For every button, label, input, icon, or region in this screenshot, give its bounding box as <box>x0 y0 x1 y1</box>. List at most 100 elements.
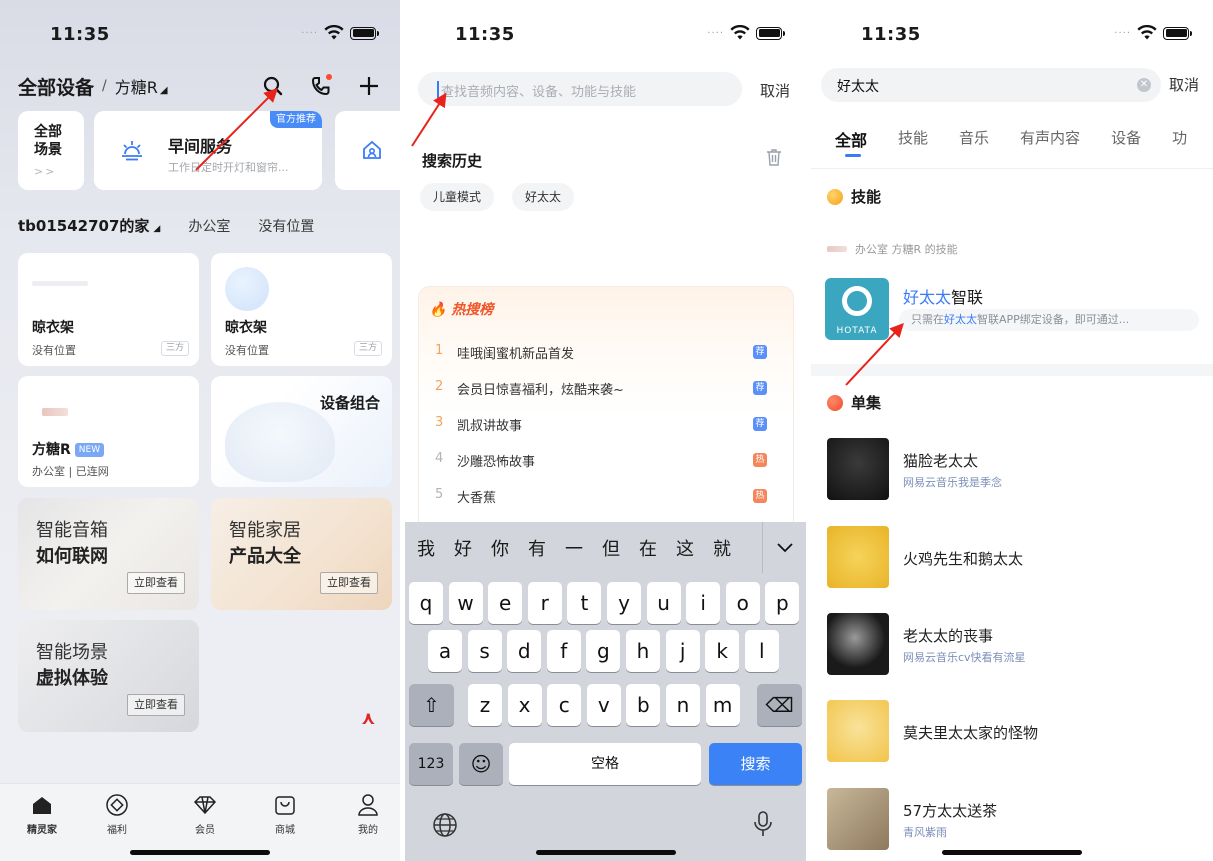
hot-search-item[interactable]: 1 哇哦闺蜜机新品首发 荐 <box>435 343 767 363</box>
tab-home[interactable]: 精灵家 <box>12 792 72 836</box>
key-n[interactable]: n <box>666 684 700 726</box>
candidate-word[interactable]: 在 <box>639 535 657 561</box>
tab-music[interactable]: 音乐 <box>959 127 989 151</box>
cancel-button[interactable]: 取消 <box>760 80 790 101</box>
tab-functions[interactable]: 功 <box>1172 127 1187 151</box>
candidate-word[interactable]: 好 <box>454 535 472 561</box>
key-o[interactable]: o <box>725 582 760 624</box>
candidate-word[interactable]: 但 <box>602 535 620 561</box>
history-chip[interactable]: 儿童模式 <box>420 183 495 211</box>
view-now-button[interactable]: 立即查看 <box>127 572 185 594</box>
key-g[interactable]: g <box>586 630 621 672</box>
search-submit-key[interactable]: 搜索 <box>709 743 802 785</box>
key-i[interactable]: i <box>686 582 721 624</box>
episode-item[interactable]: 57方太太送茶 青风紫雨 <box>827 788 1207 852</box>
history-chip[interactable]: 好太太 <box>512 183 575 211</box>
hot-search-item[interactable]: 3 凯叔讲故事 荐 <box>435 415 767 435</box>
tab-store[interactable]: 商城 <box>255 792 315 836</box>
emoji-key[interactable]: ☺ <box>459 743 503 785</box>
voice-call-button[interactable] <box>308 73 334 99</box>
key-v[interactable]: v <box>586 684 621 726</box>
key-r[interactable]: r <box>527 582 562 624</box>
tab-devices[interactable]: 设备 <box>1111 127 1141 151</box>
view-now-button[interactable]: 立即查看 <box>320 572 378 594</box>
candidate-word[interactable]: 一 <box>565 535 583 561</box>
key-d[interactable]: d <box>507 630 542 672</box>
scene-card-home[interactable] <box>335 111 400 190</box>
key-j[interactable]: j <box>665 630 700 672</box>
key-k[interactable]: k <box>705 630 740 672</box>
numbers-key[interactable]: 123 <box>409 743 453 785</box>
scene-card-morning[interactable]: 官方推荐 早间服务 工作日定时开灯和窗帘... <box>94 111 322 190</box>
cancel-button[interactable]: 取消 <box>1169 74 1199 95</box>
tab-profile[interactable]: 我的 <box>338 792 398 836</box>
location-tab-none[interactable]: 没有位置 <box>258 216 314 236</box>
key-q[interactable]: q <box>409 582 443 624</box>
delete-key[interactable]: ⌫ <box>757 684 802 726</box>
device-selector[interactable]: 方糖R ◢ <box>115 74 168 98</box>
device-card[interactable]: 晾衣架 没有位置 三方 <box>18 253 199 366</box>
key-h[interactable]: h <box>626 630 660 672</box>
key-e[interactable]: e <box>488 582 523 624</box>
candidate-word[interactable]: 你 <box>491 535 509 561</box>
expand-candidates-button[interactable] <box>762 522 806 573</box>
device-card[interactable]: 方糖R NEW 办公室 | 已连网 <box>18 376 199 487</box>
tab-audio[interactable]: 有声内容 <box>1020 127 1080 151</box>
system-icons: ···· <box>301 25 379 41</box>
candidate-word[interactable]: 有 <box>528 535 546 561</box>
add-button[interactable] <box>356 73 382 99</box>
candidate-word[interactable]: 就 <box>713 535 731 561</box>
key-s[interactable]: s <box>467 630 502 672</box>
search-input[interactable]: 查找音频内容、设备、功能与技能 <box>418 72 742 106</box>
key-w[interactable]: w <box>448 582 483 624</box>
clear-icon[interactable]: ✕ <box>1137 78 1151 92</box>
episode-item[interactable]: 老太太的丧事 网易云音乐cv快看有流星 <box>827 613 1207 677</box>
search-input[interactable]: 好太太 ✕ <box>821 68 1161 102</box>
key-t[interactable]: t <box>567 582 602 624</box>
location-tab-office[interactable]: 办公室 <box>188 216 230 236</box>
key-u[interactable]: u <box>646 582 681 624</box>
key-l[interactable]: l <box>744 630 779 672</box>
promo-card[interactable]: 智能场景 虚拟体验 立即查看 <box>18 620 199 732</box>
episode-item[interactable]: 猫脸老太太 网易云音乐我是季念 <box>827 438 1207 502</box>
search-button[interactable] <box>260 73 286 99</box>
all-scenes-button[interactable]: 全部 场景 >> <box>18 111 84 190</box>
skill-name[interactable]: 好太太智联 <box>903 284 983 308</box>
shift-key[interactable]: ⇧ <box>409 684 454 726</box>
promo-card[interactable]: 智能家居 产品大全 立即查看 <box>211 498 392 610</box>
trash-icon[interactable] <box>766 148 782 166</box>
promo-card[interactable]: 智能音箱 如何联网 立即查看 <box>18 498 199 610</box>
key-b[interactable]: b <box>626 684 661 726</box>
candidate-word[interactable]: 我 <box>417 535 435 561</box>
tab-all[interactable]: 全部 <box>835 127 867 157</box>
key-z[interactable]: z <box>468 684 502 726</box>
key-p[interactable]: p <box>765 582 800 624</box>
candidate-word[interactable]: 这 <box>676 535 694 561</box>
key-x[interactable]: x <box>507 684 542 726</box>
tab-skills[interactable]: 技能 <box>898 127 928 151</box>
scene-subtitle: 工作日定时开灯和窗帘... <box>168 161 289 174</box>
hot-search-item[interactable]: 5 大香蕉 热 <box>435 487 767 507</box>
key-m[interactable]: m <box>705 684 740 726</box>
key-y[interactable]: y <box>607 582 641 624</box>
tab-membership[interactable]: 会员 <box>175 792 235 836</box>
assistant-logo-button[interactable]: ⋏ <box>361 708 376 729</box>
microphone-icon[interactable] <box>753 810 773 838</box>
hot-search-item[interactable]: 4 沙雕恐怖故事 热 <box>435 451 767 471</box>
hot-search-item[interactable]: 2 会员日惊喜福利，炫酷来袭~ 荐 <box>435 379 767 399</box>
key-a[interactable]: a <box>428 630 462 672</box>
key-f[interactable]: f <box>546 630 581 672</box>
tab-benefits[interactable]: 福利 <box>87 792 147 836</box>
episode-item[interactable]: 莫夫里太太家的怪物 <box>827 700 1207 764</box>
device-group-card[interactable]: 设备组合 <box>211 376 392 487</box>
globe-icon[interactable] <box>432 812 458 838</box>
view-now-button[interactable]: 立即查看 <box>127 694 185 716</box>
home-indicator <box>130 850 270 855</box>
skill-app-icon[interactable]: HOTATA <box>825 278 889 340</box>
key-c[interactable]: c <box>547 684 582 726</box>
space-key[interactable]: 空格 <box>509 743 701 785</box>
home-selector[interactable]: tb01542707的家 ◢ <box>18 215 160 236</box>
device-card[interactable]: 晾衣架 没有位置 三方 <box>211 253 392 366</box>
all-scenes-line2: 场景 <box>34 142 62 158</box>
episode-item[interactable]: 火鸡先生和鹅太太 <box>827 526 1207 590</box>
